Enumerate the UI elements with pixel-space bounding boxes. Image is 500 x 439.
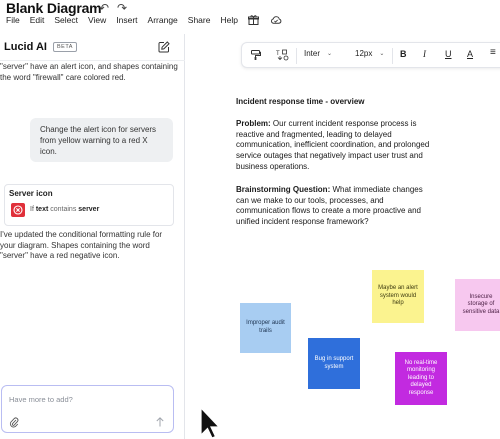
ai-panel-header: Lucid AI BETA xyxy=(4,41,77,53)
menu-bar: File Edit Select View Insert Arrange Sha… xyxy=(6,14,282,26)
chat-input-placeholder[interactable]: Have more to add? xyxy=(9,395,73,404)
menu-arrange[interactable]: Arrange xyxy=(148,15,178,25)
text-align-button[interactable]: ≡ xyxy=(490,47,496,58)
toolbar-separator xyxy=(296,48,297,64)
send-arrow-icon[interactable] xyxy=(155,415,165,427)
ai-panel-divider xyxy=(0,60,185,61)
text-color-button[interactable]: A xyxy=(467,49,473,59)
menu-edit[interactable]: Edit xyxy=(30,15,45,25)
font-family-value: Inter xyxy=(304,49,321,58)
chat-input-box[interactable]: Have more to add? xyxy=(1,385,174,433)
font-size-value: 12px xyxy=(355,49,373,58)
question-label: Brainstorming Question: xyxy=(236,185,331,194)
undo-icon[interactable]: ↶ xyxy=(99,1,109,15)
mouse-cursor-icon xyxy=(200,406,221,439)
rule-title: Server icon xyxy=(9,189,53,198)
canvas-heading[interactable]: Incident response time - overview xyxy=(236,97,436,108)
paperclip-icon[interactable] xyxy=(9,415,19,428)
text-shape-icon[interactable]: T xyxy=(276,49,290,61)
menu-share[interactable]: Share xyxy=(188,15,211,25)
rule-cond-value: server xyxy=(78,206,100,213)
formatting-rule-card[interactable]: Server icon If text contains server xyxy=(4,184,174,226)
rule-cond-prefix: If xyxy=(30,206,34,213)
problem-label: Problem: xyxy=(236,119,271,128)
rule-cond-operator: contains xyxy=(50,206,77,213)
bold-button[interactable]: B xyxy=(400,49,407,59)
menu-insert[interactable]: Insert xyxy=(116,15,137,25)
redo-icon[interactable]: ↷ xyxy=(117,1,127,15)
text-format-toolbar: T Inter ⌄ 12px ⌄ B I U A ≡ xyxy=(241,42,500,68)
problem-statement[interactable]: Problem: Our current incident response p… xyxy=(236,119,436,173)
format-painter-icon[interactable] xyxy=(250,49,262,61)
cloud-check-icon[interactable] xyxy=(270,15,282,25)
user-message-bubble: Change the alert icon for servers from y… xyxy=(30,118,173,162)
edit-icon[interactable] xyxy=(158,40,170,53)
lucid-ai-panel: Lucid AI BETA "server" have an alert ico… xyxy=(0,34,185,439)
italic-button[interactable]: I xyxy=(423,49,426,59)
menu-file[interactable]: File xyxy=(6,15,20,25)
sticky-note-bug-in-support-system[interactable]: Bug in support system xyxy=(308,338,360,389)
rule-condition: If text contains server xyxy=(30,206,99,213)
rule-cond-field: text xyxy=(35,206,49,213)
sticky-note-no-real-time-monitoring[interactable]: No real-time monitoring leading to delay… xyxy=(395,352,447,405)
sticky-note-insecure-storage[interactable]: Insecure storage of sensitive data xyxy=(455,279,500,331)
menu-view[interactable]: View xyxy=(88,15,106,25)
sticky-note-alert-system[interactable]: Maybe an alert system would help xyxy=(372,270,424,323)
menu-help[interactable]: Help xyxy=(220,15,237,25)
svg-text:T: T xyxy=(276,51,280,57)
red-x-icon xyxy=(11,203,25,217)
menu-select[interactable]: Select xyxy=(54,15,78,25)
beta-badge: BETA xyxy=(52,42,77,52)
gift-icon[interactable] xyxy=(248,15,260,25)
sticky-note-improper-audit-trails[interactable]: Improper audit trails xyxy=(240,303,291,353)
ai-response-message-2: I've updated the conditional formatting … xyxy=(0,230,163,260)
toolbar-separator xyxy=(392,48,393,64)
underline-button[interactable]: U xyxy=(445,49,452,59)
chevron-down-icon: ⌄ xyxy=(327,51,333,57)
brainstorming-question[interactable]: Brainstorming Question: What immediate c… xyxy=(236,185,436,228)
ai-panel-title: Lucid AI xyxy=(4,41,47,53)
font-size-dropdown[interactable]: 12px ⌄ xyxy=(355,49,384,58)
ai-response-message: "server" have an alert icon, and shapes … xyxy=(0,62,178,82)
font-family-dropdown[interactable]: Inter ⌄ xyxy=(304,49,332,58)
chevron-down-icon: ⌄ xyxy=(379,51,385,57)
